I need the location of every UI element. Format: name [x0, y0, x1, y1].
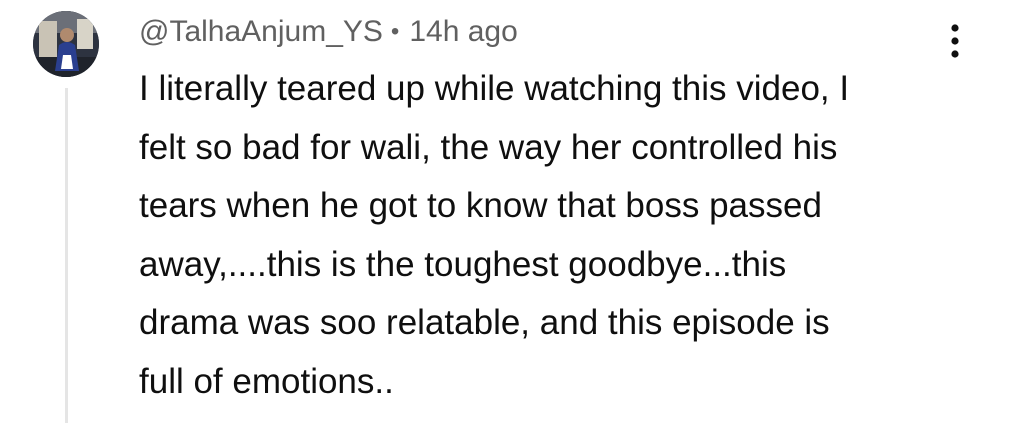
- author-handle[interactable]: @TalhaAnjum_YS: [139, 15, 383, 49]
- comment-text-line: tears when he got to know that boss pass…: [139, 186, 822, 225]
- comment: @TalhaAnjum_YS • 14h ago I literally tea…: [0, 0, 1024, 423]
- comment-text: I literally teared up while watching thi…: [139, 60, 959, 411]
- comment-text-line: felt so bad for wali, the way her contro…: [139, 127, 838, 167]
- comment-header: @TalhaAnjum_YS • 14h ago: [139, 12, 518, 52]
- thread-line: [65, 88, 68, 423]
- comment-text-line: I literally teared up while watching thi…: [139, 69, 850, 108]
- comment-text-line: full of emotions..: [139, 361, 394, 401]
- user-avatar-icon: [33, 11, 99, 77]
- avatar[interactable]: [33, 11, 99, 77]
- timestamp[interactable]: 14h ago: [409, 15, 517, 49]
- comment-text-line: drama was soo relatable, and this episod…: [139, 303, 830, 342]
- separator-dot: •: [390, 18, 400, 45]
- more-options-button[interactable]: [940, 20, 970, 62]
- more-vert-icon: [951, 24, 959, 58]
- comment-text-line: away,....this is the toughest goodbye...…: [139, 244, 787, 284]
